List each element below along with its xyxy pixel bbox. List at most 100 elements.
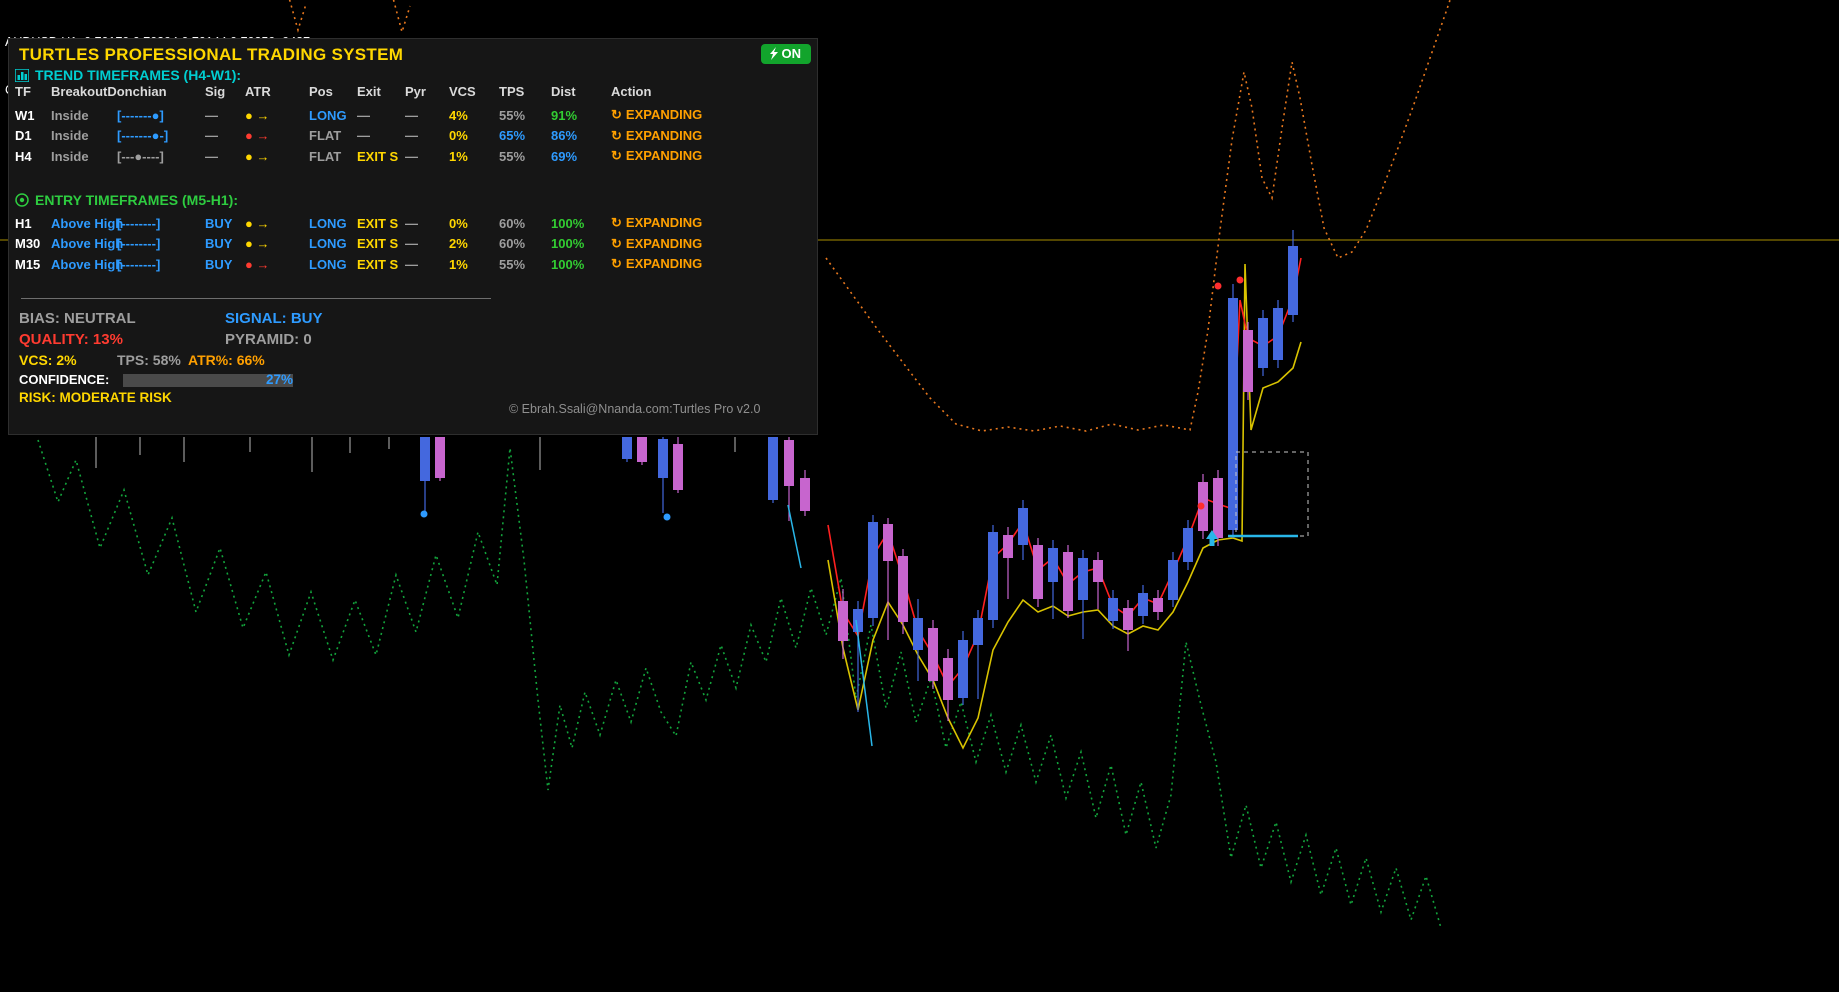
watermark: © Ebrah.Ssali@Nnanda.com:Turtles Pro v2.… bbox=[509, 402, 761, 416]
cell-tps: 55% bbox=[499, 148, 526, 164]
candle-body bbox=[784, 440, 794, 486]
trend-section-label: TREND TIMEFRAMES (H4-W1): bbox=[35, 67, 242, 83]
cell-action: ↻ EXPANDING bbox=[611, 236, 811, 252]
cell-sig: BUY bbox=[205, 215, 233, 231]
lightning-icon bbox=[769, 47, 778, 60]
cell-donchian: [-------●] bbox=[117, 107, 164, 123]
action-label: EXPANDING bbox=[625, 235, 703, 251]
action-label: EXPANDING bbox=[625, 127, 703, 143]
column-header-vcs: VCS bbox=[449, 84, 476, 99]
timeframe-row-h1: H1 Above High [--------] BUY ● → LONG EXIT S — 0… bbox=[15, 213, 811, 234]
action-label: EXPANDING bbox=[625, 148, 703, 164]
cell-pyr: — bbox=[405, 215, 418, 231]
expanding-icon: ↻ bbox=[611, 127, 622, 143]
cell-vcs: 0% bbox=[449, 215, 468, 231]
candle-body bbox=[958, 640, 968, 698]
cell-atr: ● → bbox=[245, 107, 270, 123]
expanding-icon: ↻ bbox=[611, 235, 622, 251]
cell-exit: — bbox=[357, 128, 370, 144]
cell-breakout: Inside bbox=[51, 107, 89, 123]
cell-tf: H4 bbox=[15, 148, 32, 164]
cell-pos: FLAT bbox=[309, 128, 342, 144]
cell-exit: EXIT S bbox=[357, 236, 399, 252]
expanding-icon: ↻ bbox=[611, 148, 622, 164]
timeframe-row-w1: W1 Inside [-------●] — ● → LONG — — 4% 55% 91% ↻ EXP… bbox=[15, 105, 811, 126]
cell-pos: LONG bbox=[309, 236, 347, 252]
signal-value: SIGNAL: BUY bbox=[225, 310, 323, 327]
cell-breakout: Above High bbox=[51, 215, 124, 231]
cell-atr: ● → bbox=[245, 148, 270, 164]
cell-action: ↻ EXPANDING bbox=[611, 148, 811, 164]
cell-atr: ● → bbox=[245, 256, 270, 272]
candle-body bbox=[898, 556, 908, 622]
signal-dot bbox=[663, 513, 671, 521]
cell-vcs: 1% bbox=[449, 256, 468, 272]
candle-body bbox=[1273, 308, 1283, 360]
cell-dist: 91% bbox=[551, 107, 578, 123]
upper-channel-line bbox=[825, 0, 1451, 432]
cell-pyr: — bbox=[405, 107, 418, 123]
on-toggle-button[interactable]: ON bbox=[760, 44, 811, 64]
cell-tps: 55% bbox=[499, 107, 526, 123]
cell-pos: LONG bbox=[309, 215, 347, 231]
candle-body bbox=[1183, 528, 1193, 562]
confidence-label: CONFIDENCE: bbox=[19, 372, 110, 387]
candle-body bbox=[1243, 330, 1253, 392]
cell-vcs: 0% bbox=[449, 128, 468, 144]
candle-body bbox=[1123, 608, 1133, 630]
trading-terminal: { "colors":{"gold":"#FFD700","blue":"#2E… bbox=[0, 0, 1839, 992]
candle-body bbox=[1018, 508, 1028, 545]
candle-body bbox=[1288, 246, 1298, 315]
cell-dist: 69% bbox=[551, 148, 578, 164]
candle-body bbox=[853, 609, 863, 632]
entry-section-title: ENTRY TIMEFRAMES (M5-H1): bbox=[15, 192, 238, 208]
projection-box bbox=[1235, 451, 1309, 537]
vcs-value: VCS: 2% bbox=[19, 352, 77, 368]
candle-body bbox=[883, 524, 893, 561]
cell-pos: LONG bbox=[309, 256, 347, 272]
pyramid-value: PYRAMID: 0 bbox=[225, 331, 312, 348]
cell-tf: D1 bbox=[15, 128, 32, 144]
candle-body bbox=[673, 444, 683, 490]
timeframe-row-d1: D1 Inside [-------●-] — ● → FLAT — — 0% 65% 86% ↻ EX… bbox=[15, 126, 811, 147]
candle-body bbox=[622, 437, 632, 459]
candle-body bbox=[1033, 545, 1043, 599]
bias-value: BIAS: NEUTRAL bbox=[19, 310, 136, 327]
cell-dist: 100% bbox=[551, 256, 585, 272]
column-header-atr: ATR bbox=[245, 84, 271, 99]
cell-donchian: [--------] bbox=[117, 256, 161, 272]
candle-body bbox=[1258, 318, 1268, 368]
candle-body bbox=[420, 437, 430, 481]
signal-dot bbox=[1236, 276, 1244, 284]
cell-pyr: — bbox=[405, 256, 418, 272]
candle-body bbox=[1153, 598, 1163, 612]
table-header-row: TF BreakoutDonchian Sig ATR Pos Exit Pyr VCS TPS… bbox=[15, 84, 811, 99]
cell-tf: M15 bbox=[15, 256, 41, 272]
cell-action: ↻ EXPANDING bbox=[611, 128, 811, 144]
candle-body bbox=[1213, 478, 1223, 538]
candle-body bbox=[1093, 560, 1103, 582]
column-header-exit: Exit bbox=[357, 84, 381, 99]
candle-body bbox=[1108, 598, 1118, 621]
candle-body bbox=[1003, 535, 1013, 558]
expanding-icon: ↻ bbox=[611, 107, 622, 123]
candle-body bbox=[943, 658, 953, 700]
column-header-tps: TPS bbox=[499, 84, 525, 99]
cyan-segment bbox=[787, 504, 802, 569]
column-header-dist: Dist bbox=[551, 84, 576, 99]
cell-breakout: Above High bbox=[51, 256, 124, 272]
bar-chart-icon bbox=[15, 68, 29, 82]
expanding-icon: ↻ bbox=[611, 215, 622, 231]
divider bbox=[21, 298, 491, 299]
cell-tf: H1 bbox=[15, 215, 32, 231]
cell-pyr: — bbox=[405, 236, 418, 252]
cell-breakout: Inside bbox=[51, 128, 89, 144]
cell-sig: — bbox=[205, 128, 218, 144]
candle-body bbox=[658, 439, 668, 478]
atr-value: ATR%: 66% bbox=[188, 352, 265, 368]
on-button-label: ON bbox=[781, 46, 802, 61]
expanding-icon: ↻ bbox=[611, 256, 622, 272]
cell-tf: M30 bbox=[15, 236, 41, 252]
cell-tps: 60% bbox=[499, 215, 526, 231]
trend-section-title: TREND TIMEFRAMES (H4-W1): bbox=[15, 67, 241, 83]
